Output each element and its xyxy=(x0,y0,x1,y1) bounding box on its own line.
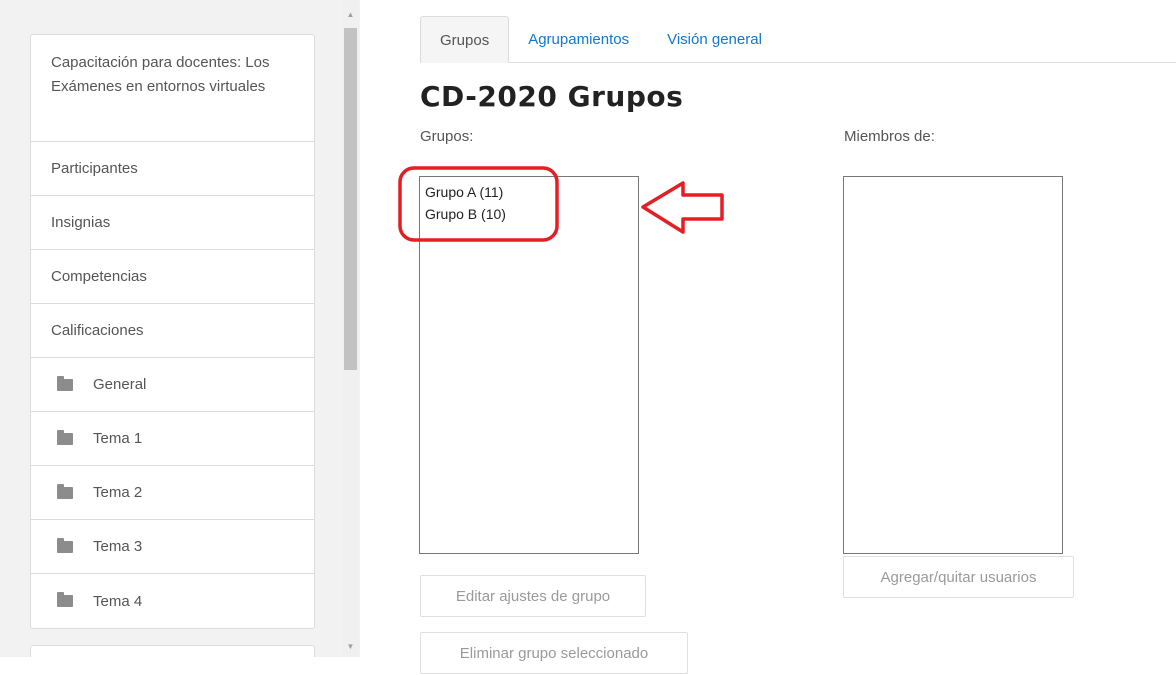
group-option-b[interactable]: Grupo B (10) xyxy=(420,203,638,225)
nav-section-tema-4[interactable]: Tema 4 xyxy=(31,574,314,628)
nav-section-tema-2[interactable]: Tema 2 xyxy=(31,466,314,520)
scrollbar-thumb[interactable] xyxy=(344,28,357,370)
edit-group-button[interactable]: Editar ajustes de grupo xyxy=(420,575,646,617)
delete-group-button[interactable]: Eliminar grupo seleccionado xyxy=(420,632,688,674)
secondary-nav-card xyxy=(30,645,315,657)
folder-icon xyxy=(57,483,73,499)
tab-vision-general[interactable]: Visión general xyxy=(648,16,781,62)
nav-section-label: Tema 1 xyxy=(93,430,143,447)
nav-item-insignias[interactable]: Insignias xyxy=(31,196,314,250)
drawer-scrollbar[interactable]: ▲ ▼ xyxy=(342,0,359,657)
tab-grupos[interactable]: Grupos xyxy=(420,16,510,63)
add-remove-users-button[interactable]: Agregar/quitar usuarios xyxy=(843,556,1074,598)
nav-section-label: Tema 2 xyxy=(93,484,143,501)
nav-item-competencias[interactable]: Competencias xyxy=(31,250,314,304)
members-label: Miembros de: xyxy=(844,128,935,145)
page-title: CD-2020 Grupos xyxy=(420,80,684,113)
members-listbox[interactable] xyxy=(843,176,1063,554)
nav-item-calificaciones[interactable]: Calificaciones xyxy=(31,304,314,358)
nav-section-general[interactable]: General xyxy=(31,358,314,412)
arrow-left-icon xyxy=(641,181,724,234)
folder-icon xyxy=(57,429,73,445)
scroll-up-icon[interactable]: ▲ xyxy=(342,8,359,22)
groups-listbox[interactable]: Grupo A (11) Grupo B (10) xyxy=(419,176,639,554)
folder-icon xyxy=(57,537,73,553)
nav-section-tema-3[interactable]: Tema 3 xyxy=(31,520,314,574)
course-title-link[interactable]: Capacitación para docentes: Los Exámenes… xyxy=(31,35,314,142)
scroll-down-icon[interactable]: ▼ xyxy=(342,640,359,654)
nav-section-tema-1[interactable]: Tema 1 xyxy=(31,412,314,466)
group-tabs: Grupos Agrupamientos Visión general xyxy=(420,16,1176,63)
folder-icon xyxy=(57,592,73,607)
nav-section-label: Tema 3 xyxy=(93,538,143,555)
tab-agrupamientos[interactable]: Agrupamientos xyxy=(509,16,648,62)
group-option-a[interactable]: Grupo A (11) xyxy=(420,181,638,203)
nav-drawer: Capacitación para docentes: Los Exámenes… xyxy=(0,0,360,657)
folder-icon xyxy=(57,375,73,391)
groups-label: Grupos: xyxy=(420,128,474,145)
nav-section-label: General xyxy=(93,376,147,393)
course-nav-card: Capacitación para docentes: Los Exámenes… xyxy=(30,34,315,629)
nav-section-label: Tema 4 xyxy=(93,592,143,610)
nav-item-participantes[interactable]: Participantes xyxy=(31,142,314,196)
